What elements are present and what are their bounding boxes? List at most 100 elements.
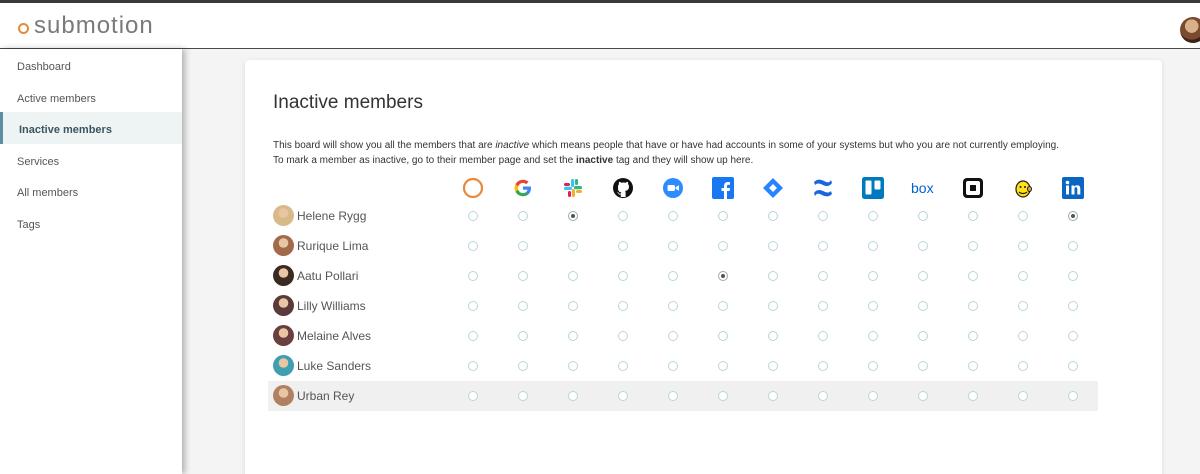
- account-radio-box[interactable]: [918, 241, 928, 251]
- account-radio-github[interactable]: [618, 211, 628, 221]
- member-row[interactable]: Lilly Williams: [268, 291, 1098, 321]
- account-radio-google[interactable]: [518, 241, 528, 251]
- account-radio-facebook[interactable]: [718, 271, 728, 281]
- account-radio-jira[interactable]: [768, 361, 778, 371]
- account-radio-trello[interactable]: [868, 301, 878, 311]
- member-row[interactable]: Melaine Alves: [268, 321, 1098, 351]
- account-radio-jira[interactable]: [768, 271, 778, 281]
- member-row[interactable]: Aatu Pollari: [268, 261, 1098, 291]
- account-radio-github[interactable]: [618, 301, 628, 311]
- user-avatar[interactable]: [1180, 17, 1200, 43]
- zoom-icon[interactable]: [648, 175, 698, 201]
- account-radio-mailchimp[interactable]: [1018, 241, 1028, 251]
- box-icon[interactable]: box: [898, 175, 948, 201]
- account-radio-google[interactable]: [518, 211, 528, 221]
- account-radio-submotion-circle[interactable]: [468, 361, 478, 371]
- trello-icon[interactable]: [848, 175, 898, 201]
- account-radio-facebook[interactable]: [718, 211, 728, 221]
- slack-icon[interactable]: [548, 175, 598, 201]
- account-radio-confluence[interactable]: [818, 331, 828, 341]
- submotion-circle-icon[interactable]: [448, 175, 498, 201]
- member-name[interactable]: Helene Rygg: [297, 209, 366, 223]
- sidebar-item-inactive-members[interactable]: Inactive members: [0, 112, 182, 144]
- account-radio-jira[interactable]: [768, 241, 778, 251]
- account-radio-mailchimp[interactable]: [1018, 361, 1028, 371]
- account-radio-trello[interactable]: [868, 361, 878, 371]
- account-radio-mailchimp[interactable]: [1018, 301, 1028, 311]
- account-radio-box[interactable]: [918, 211, 928, 221]
- member-name[interactable]: Melaine Alves: [297, 329, 371, 343]
- account-radio-trello[interactable]: [868, 391, 878, 401]
- account-radio-zoom[interactable]: [668, 361, 678, 371]
- sidebar-item-all-members[interactable]: All members: [0, 175, 182, 207]
- account-radio-slack[interactable]: [568, 391, 578, 401]
- account-radio-github[interactable]: [618, 361, 628, 371]
- linkedin-icon[interactable]: [1048, 175, 1098, 201]
- account-radio-zoom[interactable]: [668, 241, 678, 251]
- account-radio-box[interactable]: [918, 301, 928, 311]
- mailchimp-icon[interactable]: [998, 175, 1048, 201]
- member-name[interactable]: Luke Sanders: [297, 359, 371, 373]
- account-radio-trello[interactable]: [868, 241, 878, 251]
- account-radio-mailchimp[interactable]: [1018, 331, 1028, 341]
- github-icon[interactable]: [598, 175, 648, 201]
- account-radio-linkedin[interactable]: [1068, 331, 1078, 341]
- account-radio-slack[interactable]: [568, 241, 578, 251]
- account-radio-confluence[interactable]: [818, 391, 828, 401]
- account-radio-square[interactable]: [968, 241, 978, 251]
- account-radio-mailchimp[interactable]: [1018, 271, 1028, 281]
- brand-logo[interactable]: submotion: [18, 12, 154, 40]
- sidebar-item-services[interactable]: Services: [0, 144, 182, 176]
- account-radio-google[interactable]: [518, 361, 528, 371]
- account-radio-slack[interactable]: [568, 301, 578, 311]
- account-radio-github[interactable]: [618, 391, 628, 401]
- account-radio-zoom[interactable]: [668, 331, 678, 341]
- account-radio-linkedin[interactable]: [1068, 271, 1078, 281]
- account-radio-github[interactable]: [618, 331, 628, 341]
- account-radio-slack[interactable]: [568, 361, 578, 371]
- account-radio-submotion-circle[interactable]: [468, 211, 478, 221]
- account-radio-square[interactable]: [968, 361, 978, 371]
- sidebar-item-dashboard[interactable]: Dashboard: [0, 49, 182, 81]
- account-radio-facebook[interactable]: [718, 301, 728, 311]
- member-row[interactable]: Luke Sanders: [268, 351, 1098, 381]
- account-radio-confluence[interactable]: [818, 241, 828, 251]
- account-radio-google[interactable]: [518, 271, 528, 281]
- account-radio-zoom[interactable]: [668, 391, 678, 401]
- account-radio-slack[interactable]: [568, 271, 578, 281]
- account-radio-slack[interactable]: [568, 211, 578, 221]
- sidebar-item-active-members[interactable]: Active members: [0, 81, 182, 113]
- member-row[interactable]: Helene Rygg: [268, 201, 1098, 231]
- account-radio-jira[interactable]: [768, 211, 778, 221]
- account-radio-linkedin[interactable]: [1068, 301, 1078, 311]
- account-radio-confluence[interactable]: [818, 211, 828, 221]
- member-name[interactable]: Aatu Pollari: [297, 269, 358, 283]
- account-radio-zoom[interactable]: [668, 211, 678, 221]
- account-radio-square[interactable]: [968, 331, 978, 341]
- account-radio-submotion-circle[interactable]: [468, 271, 478, 281]
- account-radio-jira[interactable]: [768, 301, 778, 311]
- member-row[interactable]: Rurique Lima: [268, 231, 1098, 261]
- account-radio-square[interactable]: [968, 301, 978, 311]
- member-name[interactable]: Rurique Lima: [297, 239, 368, 253]
- account-radio-facebook[interactable]: [718, 241, 728, 251]
- account-radio-box[interactable]: [918, 391, 928, 401]
- account-radio-box[interactable]: [918, 331, 928, 341]
- account-radio-facebook[interactable]: [718, 361, 728, 371]
- account-radio-github[interactable]: [618, 271, 628, 281]
- account-radio-submotion-circle[interactable]: [468, 301, 478, 311]
- account-radio-trello[interactable]: [868, 271, 878, 281]
- account-radio-slack[interactable]: [568, 331, 578, 341]
- jira-icon[interactable]: [748, 175, 798, 201]
- account-radio-square[interactable]: [968, 271, 978, 281]
- facebook-icon[interactable]: [698, 175, 748, 201]
- account-radio-github[interactable]: [618, 241, 628, 251]
- account-radio-zoom[interactable]: [668, 301, 678, 311]
- account-radio-mailchimp[interactable]: [1018, 391, 1028, 401]
- member-name[interactable]: Lilly Williams: [297, 299, 366, 313]
- account-radio-submotion-circle[interactable]: [468, 331, 478, 341]
- account-radio-submotion-circle[interactable]: [468, 391, 478, 401]
- account-radio-linkedin[interactable]: [1068, 211, 1078, 221]
- google-icon[interactable]: [498, 175, 548, 201]
- account-radio-google[interactable]: [518, 391, 528, 401]
